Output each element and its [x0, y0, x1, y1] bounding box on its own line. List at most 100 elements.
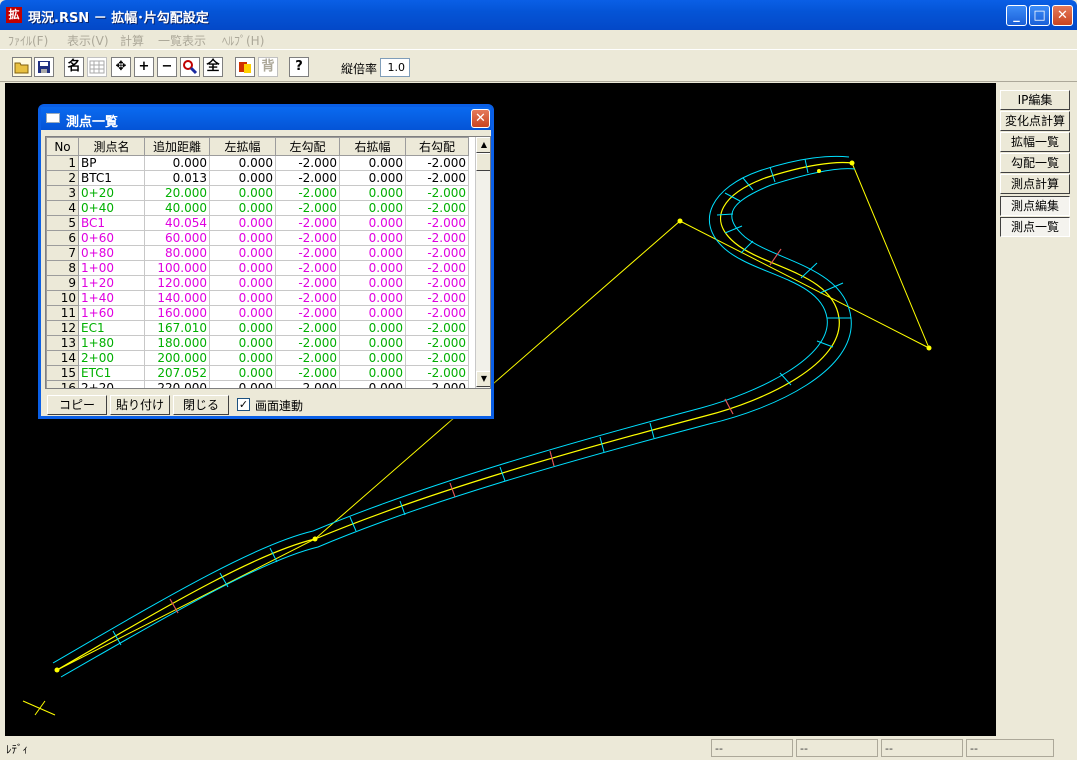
left-width-cell[interactable]: 0.000: [209, 230, 276, 246]
table-row[interactable]: 14 2+00 200.000 0.000 -2.000 0.000 -2.000: [46, 350, 469, 366]
left-width-cell[interactable]: 0.000: [209, 320, 276, 336]
right-width-cell[interactable]: 0.000: [339, 260, 406, 276]
vertical-scale-input[interactable]: 1.0: [380, 58, 410, 77]
paste-button[interactable]: 貼り付け: [110, 395, 170, 415]
table-row[interactable]: 3 0+20 20.000 0.000 -2.000 0.000 -2.000: [46, 185, 469, 201]
left-slope-cell[interactable]: -2.000: [275, 185, 340, 201]
right-slope-cell[interactable]: -2.000: [405, 260, 469, 276]
right-slope-cell[interactable]: -2.000: [405, 215, 469, 231]
left-slope-cell[interactable]: -2.000: [275, 335, 340, 351]
left-slope-cell[interactable]: -2.000: [275, 365, 340, 381]
menu-view[interactable]: 表示(V): [67, 32, 109, 49]
dialog-title-bar[interactable]: 測点一覧 ✕: [41, 107, 491, 130]
right-slope-cell[interactable]: -2.000: [405, 350, 469, 366]
menu-calc[interactable]: 計算: [120, 32, 144, 49]
left-width-cell[interactable]: 0.000: [209, 155, 276, 171]
table-row[interactable]: 6 0+60 60.000 0.000 -2.000 0.000 -2.000: [46, 230, 469, 246]
screen-link-checkbox[interactable]: ✓: [237, 398, 250, 411]
station-name-cell[interactable]: 1+00: [78, 260, 145, 276]
distance-cell[interactable]: 40.054: [144, 215, 210, 231]
distance-cell[interactable]: 0.000: [144, 155, 210, 171]
left-slope-cell[interactable]: -2.000: [275, 260, 340, 276]
open-icon[interactable]: [12, 57, 32, 77]
right-slope-cell[interactable]: -2.000: [405, 245, 469, 261]
scroll-down-icon[interactable]: ▼: [476, 371, 490, 387]
right-slope-cell[interactable]: -2.000: [405, 155, 469, 171]
help-button[interactable]: ?: [289, 57, 309, 77]
distance-cell[interactable]: 207.052: [144, 365, 210, 381]
station-name-cell[interactable]: 0+20: [78, 185, 145, 201]
left-slope-cell[interactable]: -2.000: [275, 350, 340, 366]
distance-cell[interactable]: 20.000: [144, 185, 210, 201]
right-width-cell[interactable]: 0.000: [339, 335, 406, 351]
color-icon[interactable]: [235, 57, 255, 77]
left-width-cell[interactable]: 0.000: [209, 185, 276, 201]
table-row[interactable]: 4 0+40 40.000 0.000 -2.000 0.000 -2.000: [46, 200, 469, 216]
menu-file[interactable]: ﾌｧｲﾙ(F): [8, 32, 48, 49]
distance-cell[interactable]: 140.000: [144, 290, 210, 306]
station-calc-button[interactable]: 測点計算: [1000, 174, 1070, 194]
table-row[interactable]: 12 EC1 167.010 0.000 -2.000 0.000 -2.000: [46, 320, 469, 336]
left-slope-cell[interactable]: -2.000: [275, 215, 340, 231]
distance-cell[interactable]: 60.000: [144, 230, 210, 246]
left-width-cell[interactable]: 0.000: [209, 215, 276, 231]
left-slope-cell[interactable]: -2.000: [275, 305, 340, 321]
ip-edit-button[interactable]: IP編集: [1000, 90, 1070, 110]
distance-cell[interactable]: 160.000: [144, 305, 210, 321]
table-row[interactable]: 1 BP 0.000 0.000 -2.000 0.000 -2.000: [46, 155, 469, 171]
right-width-cell[interactable]: 0.000: [339, 290, 406, 306]
zoom-all-button[interactable]: 全: [203, 57, 223, 77]
left-slope-cell[interactable]: -2.000: [275, 230, 340, 246]
right-slope-cell[interactable]: -2.000: [405, 185, 469, 201]
right-slope-cell[interactable]: -2.000: [405, 170, 469, 186]
distance-cell[interactable]: 200.000: [144, 350, 210, 366]
distance-cell[interactable]: 40.000: [144, 200, 210, 216]
right-width-cell[interactable]: 0.000: [339, 365, 406, 381]
station-grid[interactable]: No 測点名 追加距離 左拡幅 左勾配 右拡幅 右勾配 1 BP 0.000 0.00…: [45, 136, 491, 389]
table-row[interactable]: 5 BC1 40.054 0.000 -2.000 0.000 -2.000: [46, 215, 469, 231]
table-row[interactable]: 8 1+00 100.000 0.000 -2.000 0.000 -2.000: [46, 260, 469, 276]
right-slope-cell[interactable]: -2.000: [405, 380, 469, 388]
station-name-cell[interactable]: 2+20: [78, 380, 145, 388]
right-slope-cell[interactable]: -2.000: [405, 320, 469, 336]
station-name-cell[interactable]: BC1: [78, 215, 145, 231]
left-width-cell[interactable]: 0.000: [209, 335, 276, 351]
left-width-cell[interactable]: 0.000: [209, 380, 276, 388]
right-width-cell[interactable]: 0.000: [339, 245, 406, 261]
zoom-window-icon[interactable]: [180, 57, 200, 77]
right-slope-cell[interactable]: -2.000: [405, 230, 469, 246]
left-width-cell[interactable]: 0.000: [209, 305, 276, 321]
left-width-cell[interactable]: 0.000: [209, 350, 276, 366]
save-icon[interactable]: [34, 57, 54, 77]
station-name-cell[interactable]: BP: [78, 155, 145, 171]
station-name-cell[interactable]: 1+60: [78, 305, 145, 321]
distance-cell[interactable]: 100.000: [144, 260, 210, 276]
right-slope-cell[interactable]: -2.000: [405, 305, 469, 321]
table-row[interactable]: 11 1+60 160.000 0.000 -2.000 0.000 -2.000: [46, 305, 469, 321]
table-row[interactable]: 9 1+20 120.000 0.000 -2.000 0.000 -2.000: [46, 275, 469, 291]
left-slope-cell[interactable]: -2.000: [275, 155, 340, 171]
minimize-button[interactable]: _: [1006, 5, 1027, 26]
left-slope-cell[interactable]: -2.000: [275, 200, 340, 216]
distance-cell[interactable]: 180.000: [144, 335, 210, 351]
right-width-cell[interactable]: 0.000: [339, 305, 406, 321]
distance-cell[interactable]: 0.013: [144, 170, 210, 186]
table-row[interactable]: 10 1+40 140.000 0.000 -2.000 0.000 -2.000: [46, 290, 469, 306]
table-row[interactable]: 7 0+80 80.000 0.000 -2.000 0.000 -2.000: [46, 245, 469, 261]
station-name-cell[interactable]: 1+20: [78, 275, 145, 291]
zoom-in-button[interactable]: +: [134, 57, 154, 77]
table-row[interactable]: 13 1+80 180.000 0.000 -2.000 0.000 -2.000: [46, 335, 469, 351]
maximize-button[interactable]: □: [1029, 5, 1050, 26]
right-slope-cell[interactable]: -2.000: [405, 365, 469, 381]
left-width-cell[interactable]: 0.000: [209, 170, 276, 186]
right-slope-cell[interactable]: -2.000: [405, 290, 469, 306]
background-button[interactable]: 背: [258, 57, 278, 77]
left-slope-cell[interactable]: -2.000: [275, 380, 340, 388]
close-dialog-button[interactable]: 閉じる: [173, 395, 229, 415]
station-name-button[interactable]: 名: [64, 57, 84, 77]
left-width-cell[interactable]: 0.000: [209, 245, 276, 261]
grid-scrollbar[interactable]: ▲ ▼: [475, 137, 490, 388]
scroll-thumb[interactable]: [476, 153, 490, 171]
right-slope-cell[interactable]: -2.000: [405, 200, 469, 216]
station-edit-button[interactable]: 測点編集: [1000, 196, 1070, 216]
